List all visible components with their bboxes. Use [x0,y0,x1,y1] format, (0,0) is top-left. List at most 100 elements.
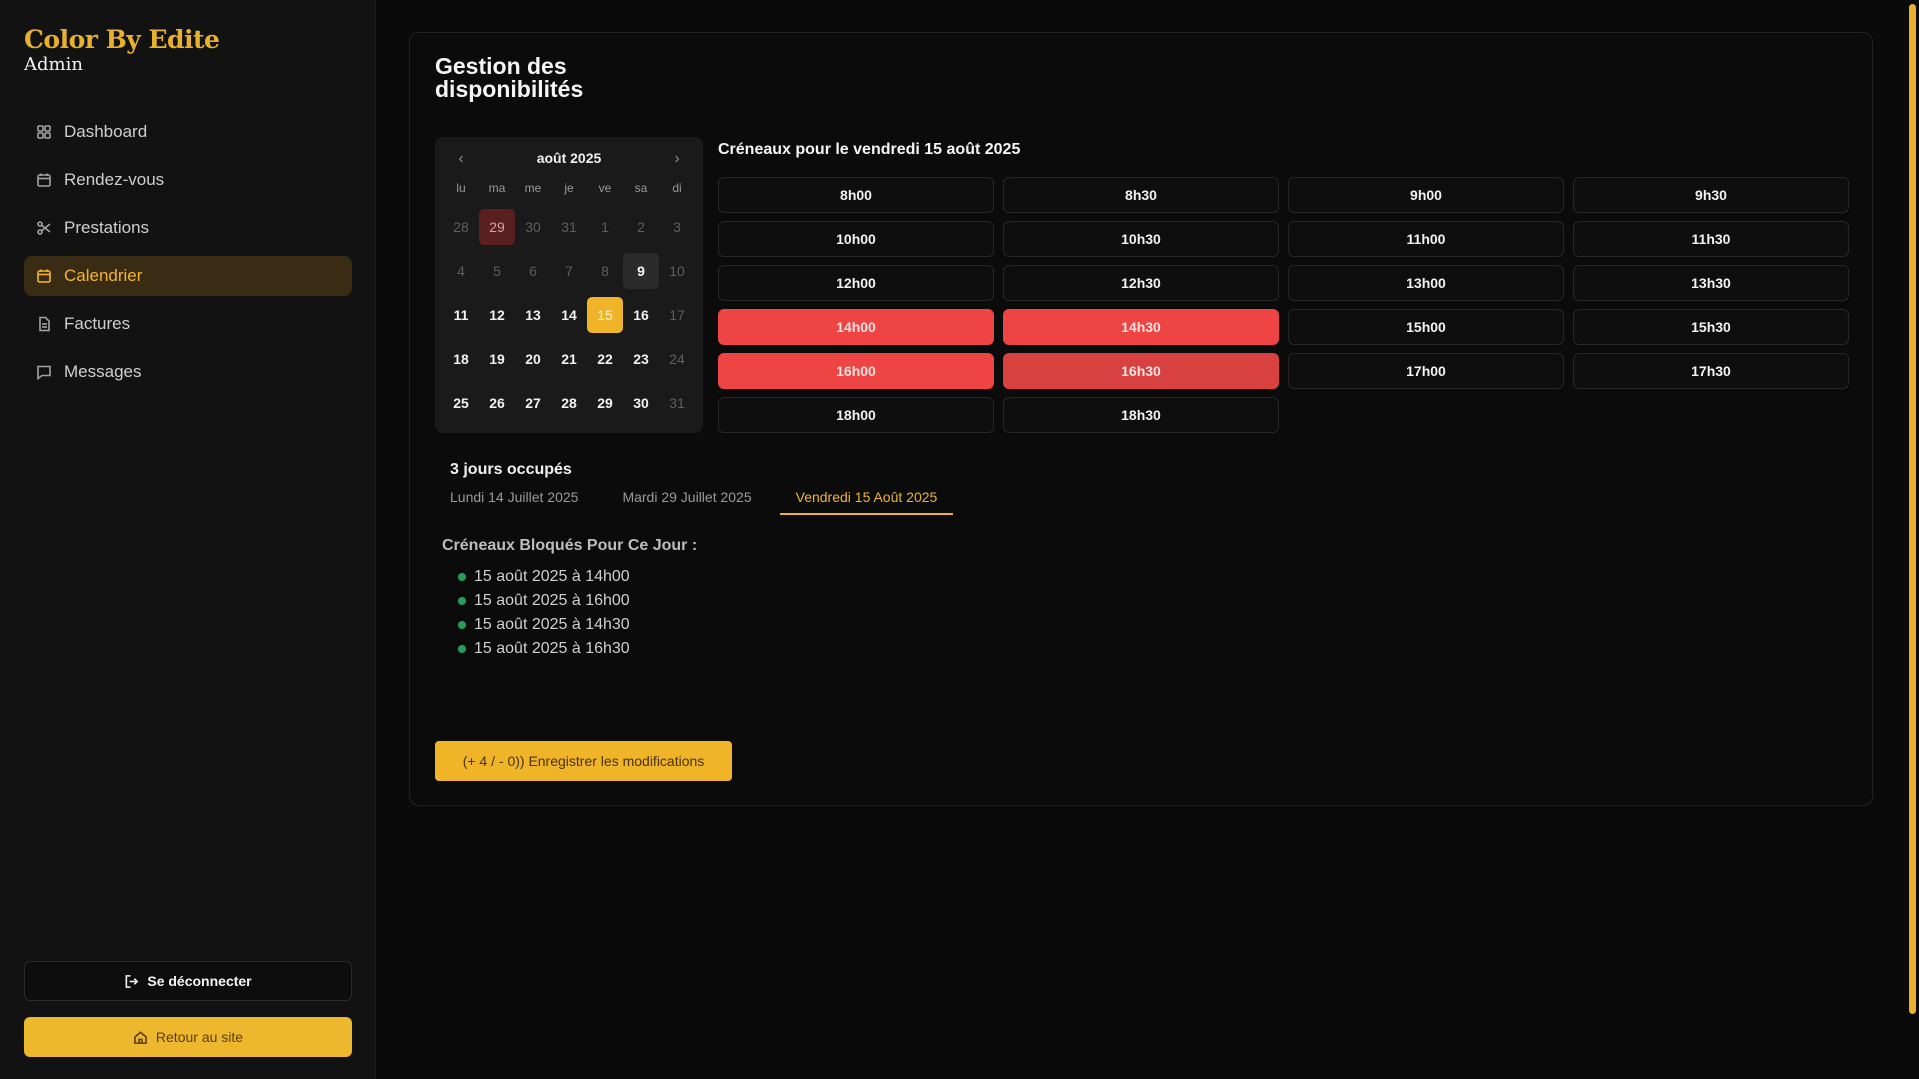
calendar-day[interactable]: 9 [623,253,659,289]
calendar-day[interactable]: 17 [659,297,695,333]
chevron-right-icon[interactable]: › [667,149,687,169]
blocked-slot-label: 15 août 2025 à 16h00 [474,592,630,609]
time-slot-blocked[interactable]: 14h00 [718,309,994,345]
time-slot[interactable]: 10h30 [1003,221,1279,257]
blocked-slots-title: Créneaux Bloqués Pour Ce Jour : [442,537,698,554]
calendar-month: août 2025 [536,150,602,166]
tab-occupied-day[interactable]: Vendredi 15 Août 2025 [779,487,954,515]
calendar-day[interactable]: 27 [515,385,551,421]
page-scrollbar[interactable] [1906,0,1919,1079]
time-slot-blocked[interactable]: 14h30 [1003,309,1279,345]
calendar-day[interactable]: 30 [623,385,659,421]
calendar-day-selected[interactable]: 15 [587,297,623,333]
time-slot[interactable]: 12h30 [1003,265,1279,301]
calendar-day[interactable]: 7 [551,253,587,289]
weekday-label: je [564,181,574,195]
sidebar-item-messages[interactable]: Messages [24,352,352,392]
status-dot-icon [458,597,466,605]
calendar-day[interactable]: 2 [623,209,659,245]
calendar-day[interactable]: 14 [551,297,587,333]
calendar-day[interactable]: 19 [479,341,515,377]
calendar-day[interactable]: 28 [443,209,479,245]
time-slot-blocked[interactable]: 16h00 [718,353,994,389]
tab-occupied-day[interactable]: Lundi 14 Juillet 2025 [450,487,594,515]
calendar-day[interactable]: 28 [551,385,587,421]
sidebar-item-calendrier[interactable]: Calendrier [24,256,352,296]
calendar: ‹ août 2025 › lu ma me je ve sa di 28 29 30 31 1 2 3 4… [435,137,703,433]
calendar-day[interactable]: 6 [515,253,551,289]
back-to-site-button[interactable]: Retour au site [24,1017,352,1057]
blocked-slot-item: 15 août 2025 à 14h00 [458,565,630,589]
calendar-day[interactable]: 8 [587,253,623,289]
time-slot[interactable]: 15h30 [1573,309,1849,345]
calendar-day[interactable]: 30 [515,209,551,245]
time-slot[interactable]: 10h00 [718,221,994,257]
calendar-day[interactable]: 10 [659,253,695,289]
calendar-day[interactable]: 18 [443,341,479,377]
calendar-day[interactable]: 12 [479,297,515,333]
sidebar-item-prestations[interactable]: Prestations [24,208,352,248]
time-slot[interactable]: 18h00 [718,397,994,433]
message-icon [36,364,52,380]
calendar-icon [36,268,52,284]
time-slot[interactable]: 17h00 [1288,353,1564,389]
logout-button[interactable]: Se déconnecter [24,961,352,1001]
calendar-day[interactable]: 21 [551,341,587,377]
time-slot[interactable]: 8h30 [1003,177,1279,213]
calendar-day[interactable]: 4 [443,253,479,289]
calendar-day[interactable]: 1 [587,209,623,245]
time-slot[interactable]: 9h30 [1573,177,1849,213]
sidebar-item-label: Calendrier [64,266,143,285]
calendar-day[interactable]: 3 [659,209,695,245]
save-changes-button[interactable]: (+ 4 / - 0)) Enregistrer les modificatio… [435,741,732,781]
time-slot-blocked[interactable]: 16h30 [1003,353,1279,389]
time-slot[interactable]: 11h30 [1573,221,1849,257]
occupied-days-title: 3 jours occupés [450,461,572,478]
availability-card: Gestion des disponibilités ‹ août 2025 ›… [409,32,1873,806]
tab-occupied-day[interactable]: Mardi 29 Juillet 2025 [622,487,767,515]
calendar-day[interactable]: 29 [587,385,623,421]
logout-label: Se déconnecter [147,973,252,989]
time-slot[interactable]: 17h30 [1573,353,1849,389]
sidebar-item-dashboard[interactable]: Dashboard [24,112,352,152]
blocked-slot-item: 15 août 2025 à 16h30 [458,637,630,661]
occupied-days-tabs: Lundi 14 Juillet 2025 Mardi 29 Juillet 20… [450,487,981,515]
sidebar-item-label: Prestations [64,218,150,237]
scissors-icon [36,220,52,236]
calendar-day[interactable]: 24 [659,341,695,377]
calendar-day[interactable]: 25 [443,385,479,421]
scrollbar-thumb[interactable] [1909,4,1916,1014]
calendar-day[interactable]: 23 [623,341,659,377]
time-slot[interactable]: 18h30 [1003,397,1279,433]
calendar-day[interactable]: 26 [479,385,515,421]
blocked-slot-label: 15 août 2025 à 16h30 [474,640,630,657]
calendar-day[interactable]: 31 [551,209,587,245]
calendar-day[interactable]: 11 [443,297,479,333]
calendar-day[interactable]: 31 [659,385,695,421]
calendar-day[interactable]: 22 [587,341,623,377]
calendar-day[interactable]: 16 [623,297,659,333]
sidebar-item-factures[interactable]: Factures [24,304,352,344]
time-slot[interactable]: 11h00 [1288,221,1564,257]
calendar-day[interactable]: 29 [479,209,515,245]
blocked-slot-item: 15 août 2025 à 14h30 [458,613,630,637]
logout-icon [125,974,139,988]
page-title: Gestion des disponibilités [435,53,584,102]
time-slot[interactable]: 12h00 [718,265,994,301]
calendar-day[interactable]: 5 [479,253,515,289]
sidebar-item-label: Messages [64,362,142,381]
blocked-slot-label: 15 août 2025 à 14h00 [474,568,630,585]
time-slots: 8h00 8h30 9h00 9h30 10h00 10h30 11h00 11h30 12h0… [718,177,1849,433]
weekday-label: ve [598,181,612,195]
weekday-label: sa [634,181,648,195]
time-slot[interactable]: 9h00 [1288,177,1564,213]
time-slot[interactable]: 13h30 [1573,265,1849,301]
calendar-day[interactable]: 13 [515,297,551,333]
time-slot[interactable]: 8h00 [718,177,994,213]
weekday-label: me [524,181,542,195]
calendar-day[interactable]: 20 [515,341,551,377]
time-slot[interactable]: 15h00 [1288,309,1564,345]
time-slot[interactable]: 13h00 [1288,265,1564,301]
weekday-label: lu [456,181,466,195]
sidebar-item-rendez-vous[interactable]: Rendez-vous [24,160,352,200]
